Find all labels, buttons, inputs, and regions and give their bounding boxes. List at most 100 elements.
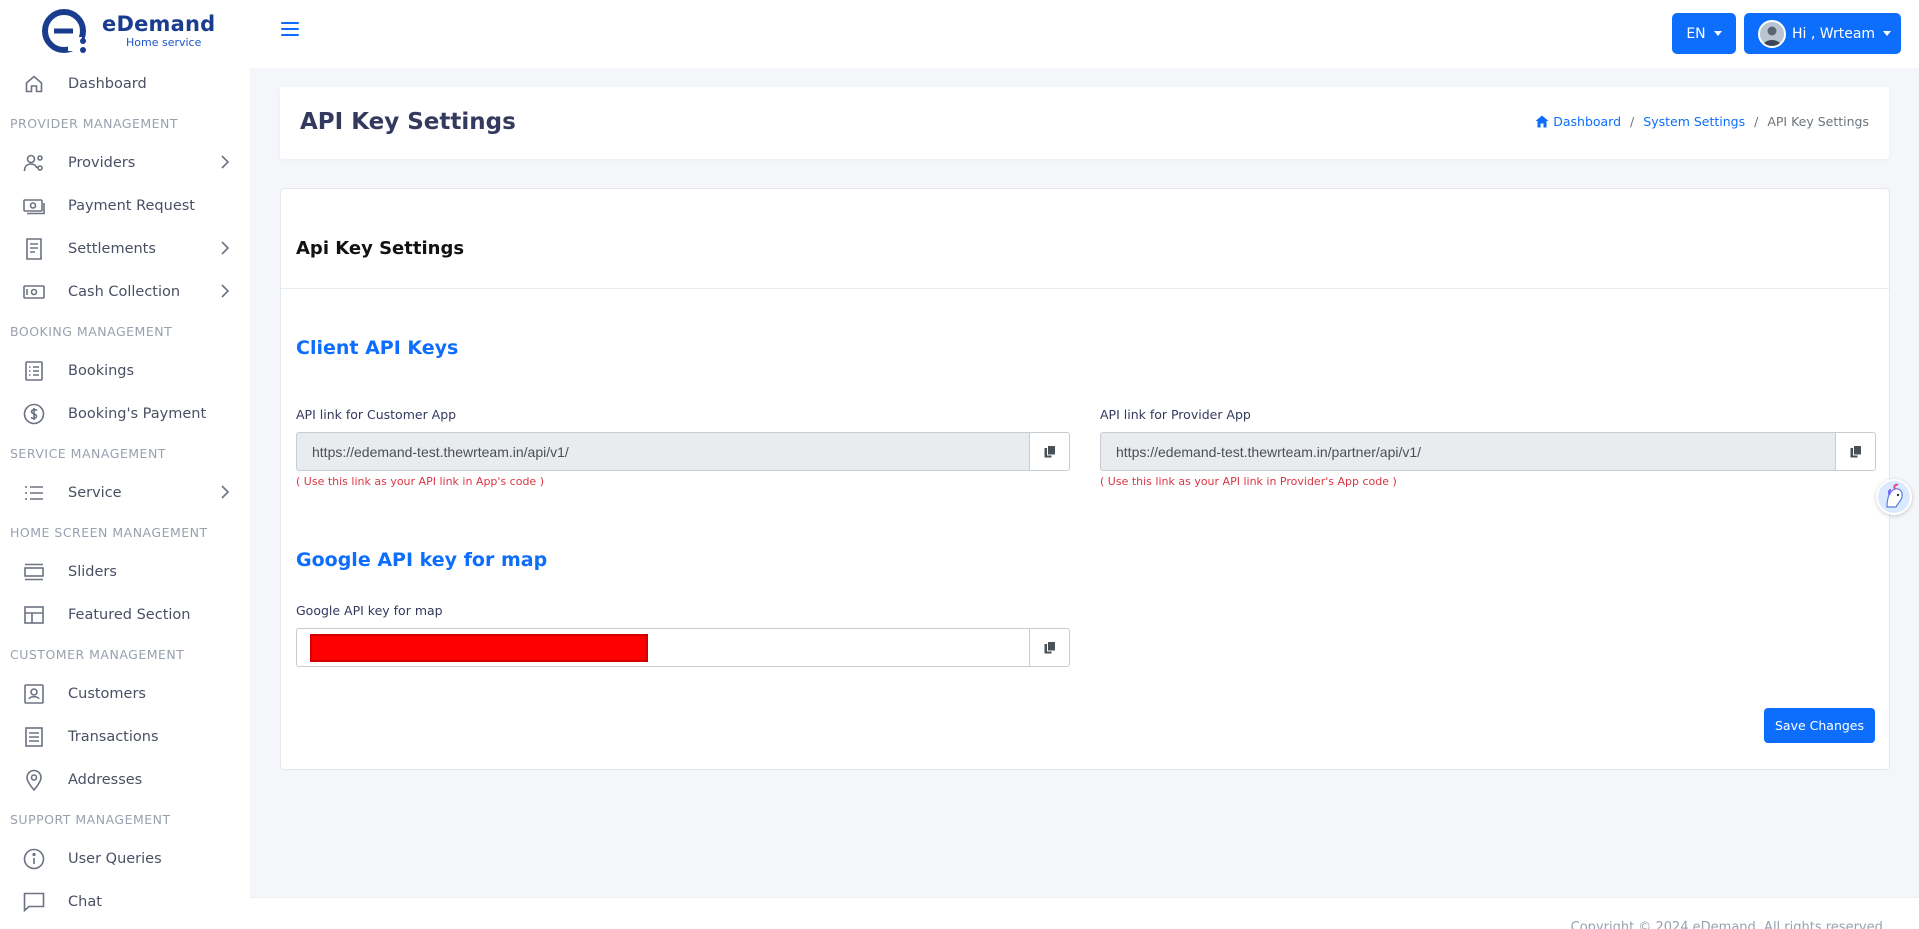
user-square-icon (22, 682, 46, 706)
sidebar-item-cash-collection[interactable]: Cash Collection (0, 270, 250, 313)
provider-api-link-label: API link for Provider App (1100, 407, 1251, 422)
google-api-key-group (296, 628, 1070, 667)
receipt-icon (22, 237, 46, 261)
card-title: Api Key Settings (296, 238, 465, 259)
sidebar-item-addresses[interactable]: Addresses (0, 758, 250, 801)
sidebar-item-label: Booking's Payment (68, 405, 207, 422)
slider-icon (22, 560, 46, 584)
customer-api-link-group: https://edemand-test.thewrteam.in/api/v1… (296, 432, 1070, 471)
sidebar-item-label: Providers (68, 154, 136, 171)
customer-api-link-label: API link for Customer App (296, 407, 457, 422)
provider-api-link-group: https://edemand-test.thewrteam.in/partne… (1100, 432, 1876, 471)
caret-down-icon (1713, 31, 1722, 36)
chevron-right-icon (220, 283, 230, 302)
chat-icon (22, 890, 46, 914)
sidebar-item-user-queries[interactable]: User Queries (0, 837, 250, 880)
user-menu-button[interactable]: Hi , Wrteam (1744, 13, 1901, 54)
brand-name: eDemand (102, 12, 216, 36)
sidebar-item-label: Transactions (68, 728, 159, 745)
copy-customer-api-link-button[interactable] (1029, 432, 1070, 471)
users-gear-icon (22, 151, 46, 175)
sidebar-menu: Dashboard PROVIDER MANAGEMENT Providers … (0, 62, 250, 923)
sidebar-item-label: Sliders (68, 563, 117, 580)
menu-section-header: BOOKING MANAGEMENT (10, 323, 173, 339)
customer-api-link-field[interactable]: https://edemand-test.thewrteam.in/api/v1… (296, 432, 1029, 471)
copy-icon (1044, 445, 1056, 458)
sidebar-item-bookings[interactable]: Bookings (0, 349, 250, 392)
google-api-key-label: Google API key for map (296, 603, 443, 618)
dollar-circle-icon (22, 402, 46, 426)
brand-tagline: Home service (125, 36, 202, 49)
redacted-api-key (310, 633, 648, 662)
google-api-key-field[interactable] (296, 628, 1029, 667)
chevron-right-icon (220, 484, 230, 503)
sidebar-item-settlements[interactable]: Settlements (0, 227, 250, 270)
copy-icon (1850, 445, 1862, 458)
language-dropdown-button[interactable]: EN (1672, 13, 1736, 54)
customer-api-link-hint: ( Use this link as your API link in App'… (296, 475, 544, 488)
sidebar-item-dashboard[interactable]: Dashboard (0, 62, 250, 105)
sidebar-item-payment-request[interactable]: Payment Request (0, 184, 250, 227)
sidebar-item-label: Featured Section (68, 606, 191, 623)
cash-icon (22, 280, 46, 304)
info-icon (22, 847, 46, 871)
sidebar-item-transactions[interactable]: Transactions (0, 715, 250, 758)
document-list-icon (22, 725, 46, 749)
menu-section-header: SUPPORT MANAGEMENT (10, 811, 171, 827)
caret-down-icon (1883, 31, 1892, 36)
menu-section-header: SERVICE MANAGEMENT (10, 445, 166, 461)
breadcrumb-separator: / (1754, 114, 1759, 129)
breadcrumb: Dashboard / System Settings / API Key Se… (1535, 114, 1869, 129)
home-icon (22, 72, 46, 96)
page-header: API Key Settings Dashboard / System Sett… (280, 87, 1889, 159)
copyright-text: Copyright © 2024 eDemand. All rights res… (1570, 920, 1887, 929)
hamburger-menu-icon[interactable] (281, 22, 299, 38)
breadcrumb-current: API Key Settings (1767, 114, 1869, 129)
card-header: Api Key Settings (281, 189, 1889, 289)
sidebar-item-featured-section[interactable]: Featured Section (0, 593, 250, 636)
api-key-settings-card: Api Key Settings Client API Keys API lin… (280, 188, 1890, 770)
sidebar-item-label: Addresses (68, 771, 143, 788)
avatar (1758, 19, 1786, 48)
sidebar-item-sliders[interactable]: Sliders (0, 550, 250, 593)
edemand-logo-icon (42, 7, 90, 55)
list-icon (22, 481, 46, 505)
page-title: API Key Settings (300, 109, 516, 135)
menu-section-header: HOME SCREEN MANAGEMENT (10, 524, 208, 540)
copy-google-api-key-button[interactable] (1029, 628, 1070, 667)
sidebar-item-label: Cash Collection (68, 283, 181, 300)
sidebar-item-customers[interactable]: Customers (0, 672, 250, 715)
user-greeting: Hi , Wrteam (1792, 25, 1876, 42)
sidebar-item-service[interactable]: Service (0, 471, 250, 514)
chevron-right-icon (220, 154, 230, 173)
menu-section-header: PROVIDER MANAGEMENT (10, 115, 179, 131)
brand[interactable]: eDemand Home service (0, 0, 250, 62)
menu-section-header: CUSTOMER MANAGEMENT (10, 646, 185, 662)
sidebar-item-label: Payment Request (68, 197, 195, 214)
provider-api-link-field[interactable]: https://edemand-test.thewrteam.in/partne… (1100, 432, 1835, 471)
save-changes-button[interactable]: Save Changes (1764, 708, 1875, 743)
sidebar-item-label: User Queries (68, 850, 162, 867)
client-api-keys-heading: Client API Keys (296, 337, 459, 359)
sidebar-item-label: Service (68, 484, 122, 501)
sidebar-item-bookings-payment[interactable]: Booking's Payment (0, 392, 250, 435)
assistant-widget-icon[interactable] (1876, 479, 1912, 515)
sidebar-item-chat[interactable]: Chat (0, 880, 250, 923)
breadcrumb-dashboard-link[interactable]: Dashboard (1535, 114, 1621, 129)
provider-api-link-hint: ( Use this link as your API link in Prov… (1100, 475, 1397, 488)
copy-provider-api-link-button[interactable] (1835, 432, 1876, 471)
language-label: EN (1686, 25, 1706, 42)
chevron-right-icon (220, 240, 230, 259)
layout-icon (22, 603, 46, 627)
footer: Copyright © 2024 eDemand. All rights res… (250, 897, 1919, 929)
home-icon (1535, 115, 1549, 128)
breadcrumb-system-settings-link[interactable]: System Settings (1643, 114, 1745, 129)
sidebar-item-label: Customers (68, 685, 146, 702)
sidebar-item-label: Settlements (68, 240, 156, 257)
sidebar-item-providers[interactable]: Providers (0, 141, 250, 184)
map-pin-icon (22, 768, 46, 792)
list-check-icon (22, 359, 46, 383)
google-api-key-heading: Google API key for map (296, 549, 548, 571)
topbar: EN Hi , Wrteam (250, 0, 1919, 68)
copy-icon (1044, 641, 1056, 654)
